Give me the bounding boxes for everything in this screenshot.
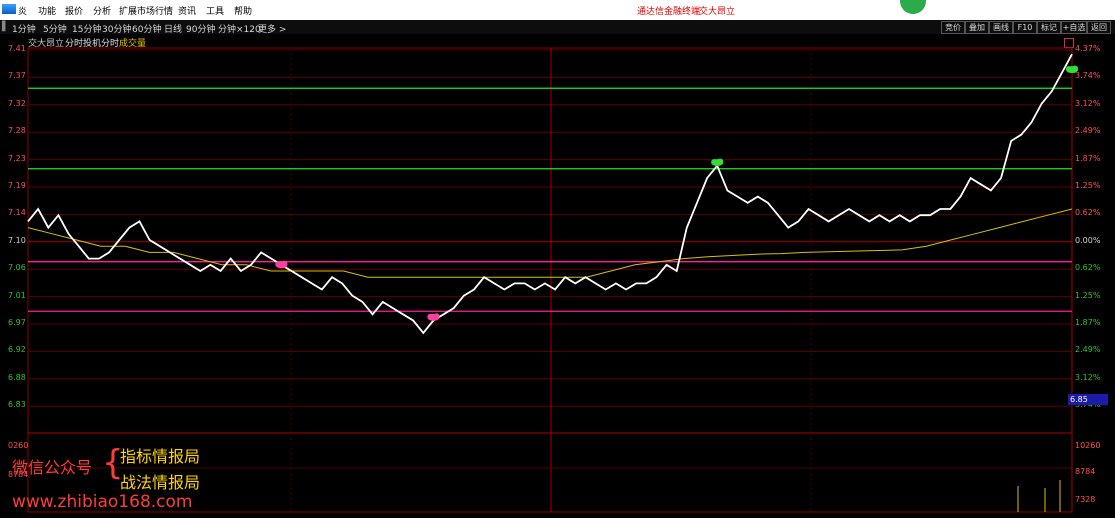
pct-axis-label: 3.74% (1075, 71, 1101, 81)
buy-cloud-marker (275, 260, 288, 269)
price-axis-label: 7.19 (8, 181, 26, 190)
volume-axis-left-top: 0260 (8, 441, 29, 450)
price-axis-label: 7.14 (8, 208, 26, 218)
volume-axis-right-mid: 8784 (1075, 467, 1096, 476)
pct-axis-label: 3.12% (1075, 98, 1101, 108)
marker-cloud-part (281, 260, 288, 266)
volume-axis-right-bottom: 7328 (1075, 495, 1096, 504)
buy-cloud-marker (427, 313, 440, 321)
pct-axis-label: 0.00% (1075, 235, 1101, 245)
current-price-badge: 6.85 (1068, 394, 1108, 405)
pct-axis-label: 0.62% (1075, 208, 1101, 218)
pct-axis-label: 1.87% (1075, 153, 1101, 163)
marker-cloud-part (1066, 66, 1072, 72)
signal-markers (275, 65, 1078, 321)
marker-cloud-part (433, 313, 440, 319)
volume-axis-right-top: 10260 (1075, 441, 1101, 450)
pct-axis-label: 2.49% (1075, 126, 1101, 136)
price-axis-label: 6.83 (8, 400, 26, 410)
watermark-brand: 微信公众号 (12, 458, 93, 477)
marker-cloud-part (711, 159, 718, 165)
reference-lines (28, 87, 1072, 312)
pct-axis-label: 2.49% (1075, 345, 1101, 355)
watermark-url: www.zhibiao168.com (12, 492, 193, 512)
pct-axis-label: 1.25% (1075, 290, 1101, 300)
price-axis-label: 7.06 (8, 263, 26, 273)
price-axis-label: 7.28 (8, 126, 26, 136)
pct-axis-label: 3.12% (1075, 372, 1101, 382)
price-axis-label: 7.01 (8, 290, 26, 300)
intraday-chart (27, 47, 1078, 513)
price-axis-label: 7.32 (8, 98, 26, 108)
marker-cloud-part (1072, 65, 1078, 71)
pct-axis-label: 1.87% (1075, 318, 1101, 327)
price-series (27, 53, 1073, 335)
average-price-line (27, 208, 1073, 278)
price-axis-label: 6.97 (8, 318, 26, 327)
price-axis-label: 7.23 (8, 153, 26, 163)
marker-cloud-part (427, 313, 434, 319)
pct-axis-label: 1.25% (1075, 181, 1101, 190)
price-axis-label: 7.37 (8, 71, 26, 81)
price-line (27, 53, 1073, 335)
marker-cloud-part (275, 261, 282, 267)
price-axis-label: 6.92 (8, 345, 26, 355)
pct-axis-label: 0.62% (1075, 263, 1101, 273)
marker-cloud-part (717, 158, 724, 164)
watermark-line2: 战法情报局 (120, 473, 201, 492)
sell-cloud-marker (711, 158, 724, 167)
price-axis-label: 6.88 (8, 372, 26, 382)
price-axis-label: 7.41 (8, 44, 26, 53)
price-axis-label: 7.10 (8, 235, 26, 245)
watermark-line1: 指标情报局 (120, 447, 201, 466)
pct-axis-label: 4.37% (1075, 44, 1101, 53)
